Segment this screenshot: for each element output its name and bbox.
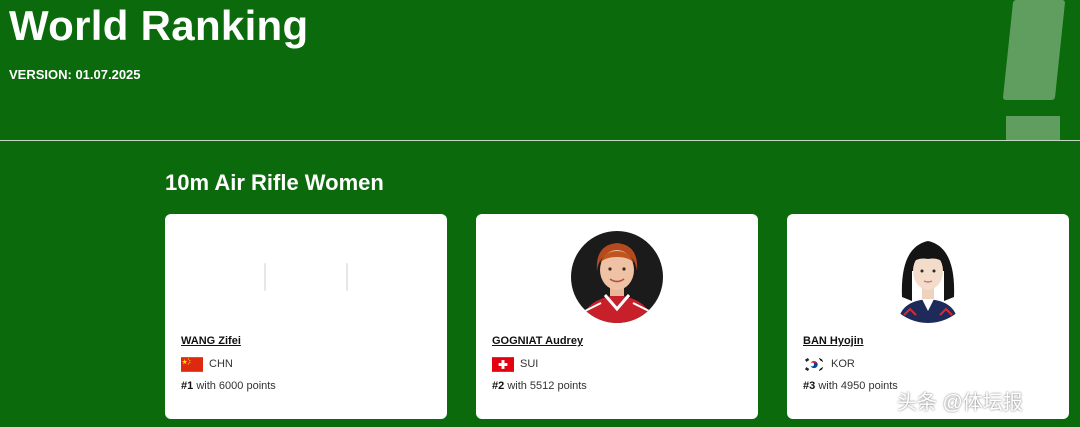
athlete-name-link[interactable]: BAN Hyojin (803, 335, 864, 347)
nation-code: KOR (831, 358, 855, 370)
athlete-card[interactable]: GOGNIAT Audrey SUI #2 with 5512 points (476, 214, 758, 419)
athlete-photo-placeholder (260, 231, 352, 323)
athlete-card[interactable]: WANG Zifei CHN #1 with 6000 points (165, 214, 447, 419)
points-text: with 4950 points (818, 380, 898, 392)
page-title: World Ranking (9, 2, 309, 49)
athlete-name-link[interactable]: GOGNIAT Audrey (492, 335, 583, 347)
nation-row: CHN (181, 356, 233, 372)
rank-number: #3 (803, 380, 816, 392)
nation-code: SUI (520, 358, 539, 370)
korea-flag-icon (803, 356, 825, 372)
header-divider (0, 140, 1080, 141)
version-label: VERSION: 01.07.2025 (9, 67, 141, 82)
decor-bar (1002, 0, 1066, 100)
decor-bar (1006, 116, 1060, 140)
watermark-text: 头条 @体坛报 (897, 392, 1023, 414)
china-flag-icon (181, 356, 203, 372)
switzerland-flag-icon (492, 356, 514, 372)
points-text: with 6000 points (196, 380, 276, 392)
event-title: 10m Air Rifle Women (165, 170, 384, 195)
athlete-portrait (882, 231, 974, 323)
athlete-portrait (571, 231, 663, 323)
athlete-photo (571, 231, 663, 323)
nation-row: KOR (803, 356, 855, 372)
athlete-photo (882, 231, 974, 323)
points-text: with 5512 points (507, 380, 587, 392)
athlete-name-link[interactable]: WANG Zifei (181, 335, 241, 347)
nation-code: CHN (209, 358, 233, 370)
rank-number: #2 (492, 380, 505, 392)
rank-line: #3 with 4950 points (803, 380, 898, 392)
rank-line: #1 with 6000 points (181, 380, 276, 392)
empty-photo (260, 231, 352, 323)
nation-row: SUI (492, 356, 538, 372)
rank-line: #2 with 5512 points (492, 380, 587, 392)
rank-number: #1 (181, 380, 194, 392)
